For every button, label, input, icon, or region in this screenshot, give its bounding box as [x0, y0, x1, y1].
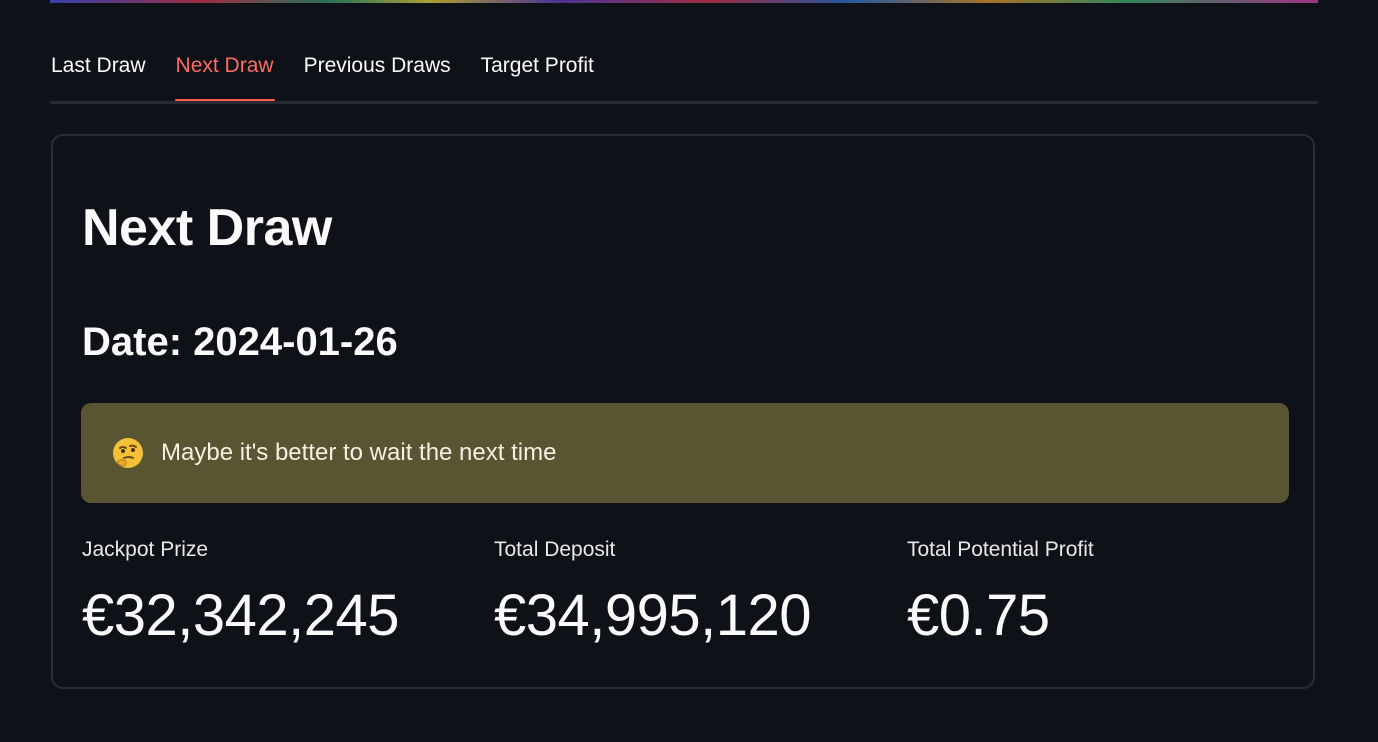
tab-previous-draws[interactable]: Previous Draws: [303, 40, 452, 102]
metric-value: €32,342,245: [82, 583, 400, 648]
tab-last-draw[interactable]: Last Draw: [50, 40, 147, 102]
thinking-face-icon: [111, 436, 145, 470]
tab-target-profit[interactable]: Target Profit: [480, 40, 595, 102]
alert-message: Maybe it's better to wait the next time: [161, 439, 557, 466]
warning-alert: Maybe it's better to wait the next time: [81, 403, 1289, 503]
tab-bar: Last Draw Next Draw Previous Draws Targe…: [50, 40, 1318, 104]
metric-label: Total Deposit: [494, 538, 616, 561]
metric-value: €0.75: [907, 583, 1050, 648]
metric-total-deposit: Total Deposit €34,995,120: [494, 538, 812, 649]
tab-divider: [50, 101, 1318, 104]
draw-date: Date: 2024-01-26: [82, 320, 398, 364]
metric-label: Total Potential Profit: [907, 538, 1094, 561]
metric-value: €34,995,120: [494, 583, 812, 648]
metric-label: Jackpot Prize: [82, 538, 209, 561]
metric-total-potential-profit: Total Potential Profit €0.75: [907, 538, 1094, 649]
metric-jackpot-prize: Jackpot Prize €32,342,245: [82, 538, 400, 649]
next-draw-card: Next Draw Date: 2024-01-26 Maybe it's be…: [51, 134, 1315, 689]
tab-next-draw[interactable]: Next Draw: [174, 40, 275, 102]
decorative-banner-strip: [50, 0, 1318, 3]
page-title: Next Draw: [82, 199, 332, 257]
